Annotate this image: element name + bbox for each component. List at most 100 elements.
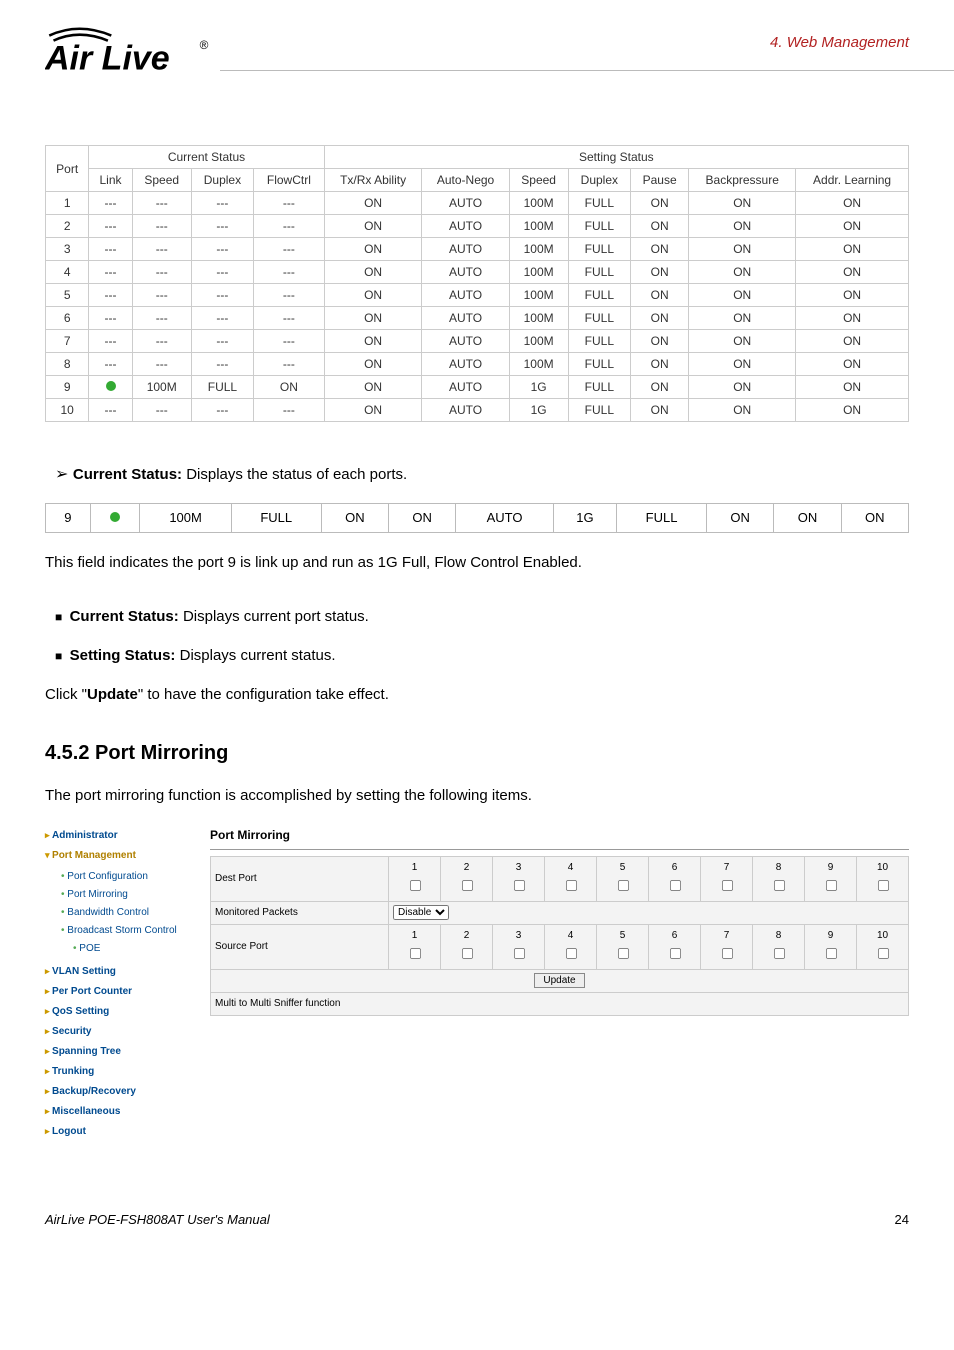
table-row: 10------------ONAUTO1GFULLONONON bbox=[46, 399, 909, 422]
cell: FULL bbox=[568, 261, 630, 284]
port-checkbox[interactable] bbox=[669, 948, 680, 959]
port-cell: 1 bbox=[389, 924, 441, 969]
port-checkbox[interactable] bbox=[773, 948, 784, 959]
manual-title: AirLive POE-FSH808AT User's Manual bbox=[45, 1212, 270, 1227]
cell: --- bbox=[254, 284, 325, 307]
cell: ON bbox=[324, 215, 422, 238]
cell: --- bbox=[132, 307, 191, 330]
cell: 100M bbox=[509, 215, 568, 238]
cell: --- bbox=[254, 353, 325, 376]
sidebar-item[interactable]: Logout bbox=[45, 1122, 200, 1142]
port-number: 3 bbox=[497, 928, 540, 944]
sidebar-item[interactable]: Port Management bbox=[45, 846, 200, 866]
port-cell: 2 bbox=[441, 924, 493, 969]
cell: 6 bbox=[46, 307, 89, 330]
port-checkbox[interactable] bbox=[721, 948, 732, 959]
port-checkbox[interactable] bbox=[565, 880, 576, 891]
sidebar-item[interactable]: Backup/Recovery bbox=[45, 1082, 200, 1102]
cell: ON bbox=[324, 238, 422, 261]
sidebar-subitem[interactable]: Port Mirroring bbox=[61, 886, 200, 904]
port-checkbox[interactable] bbox=[825, 948, 836, 959]
port-checkbox[interactable] bbox=[513, 880, 524, 891]
cell: AUTO bbox=[422, 353, 509, 376]
sidebar-item[interactable]: Per Port Counter bbox=[45, 982, 200, 1002]
cell: --- bbox=[254, 238, 325, 261]
cell: FULL bbox=[191, 376, 253, 399]
cs-rest: Displays the status of each ports. bbox=[182, 466, 407, 483]
port-checkbox[interactable] bbox=[461, 948, 472, 959]
cell: ON bbox=[796, 284, 909, 307]
port-cell: 6 bbox=[649, 856, 701, 901]
cell: ON bbox=[796, 399, 909, 422]
sidebar-item[interactable]: Administrator bbox=[45, 826, 200, 846]
update-button[interactable]: Update bbox=[534, 973, 584, 988]
port-cell: 5 bbox=[597, 924, 649, 969]
port-checkbox[interactable] bbox=[513, 948, 524, 959]
port-checkbox[interactable] bbox=[409, 948, 420, 959]
section-intro: The port mirroring function is accomplis… bbox=[45, 784, 909, 808]
port-checkbox[interactable] bbox=[617, 880, 628, 891]
col-port: Port bbox=[46, 146, 89, 192]
cell: --- bbox=[89, 192, 132, 215]
col-header: Auto-Nego bbox=[422, 169, 509, 192]
cell: FULL bbox=[568, 238, 630, 261]
cell: 10 bbox=[46, 399, 89, 422]
cell: FULL bbox=[568, 307, 630, 330]
port-number: 5 bbox=[601, 860, 644, 876]
sidebar-item[interactable]: Trunking bbox=[45, 1062, 200, 1082]
cell: ON bbox=[689, 192, 796, 215]
monitored-select[interactable]: Disable bbox=[393, 905, 449, 920]
mirror-panel: Port Mirroring Dest Port12345678910 Moni… bbox=[210, 826, 909, 1142]
cell: --- bbox=[132, 353, 191, 376]
sidebar-item[interactable]: Spanning Tree bbox=[45, 1042, 200, 1062]
sidebar-item[interactable]: Miscellaneous bbox=[45, 1102, 200, 1122]
sidebar-subitem[interactable]: Bandwidth Control bbox=[61, 904, 200, 922]
sidebar-item[interactable]: Security bbox=[45, 1022, 200, 1042]
cell: 100M bbox=[509, 330, 568, 353]
port-checkbox[interactable] bbox=[773, 880, 784, 891]
col-header: Duplex bbox=[191, 169, 253, 192]
svg-text:®: ® bbox=[200, 38, 209, 52]
cell: 4 bbox=[46, 261, 89, 284]
cell: AUTO bbox=[422, 261, 509, 284]
port-checkbox[interactable] bbox=[721, 880, 732, 891]
sidebar-subitem[interactable]: POE bbox=[61, 940, 200, 958]
sidebar-subitem[interactable]: Port Configuration bbox=[61, 868, 200, 886]
port-cell: 6 bbox=[649, 924, 701, 969]
cell: --- bbox=[191, 399, 253, 422]
port-cell: 5 bbox=[597, 856, 649, 901]
col-header: Pause bbox=[631, 169, 689, 192]
cell: ON bbox=[774, 503, 841, 533]
port-number: 2 bbox=[445, 860, 488, 876]
port-checkbox[interactable] bbox=[565, 948, 576, 959]
port-checkbox[interactable] bbox=[669, 880, 680, 891]
brand-logo: Air Live ® bbox=[45, 20, 215, 85]
cell: AUTO bbox=[456, 503, 554, 533]
cell: --- bbox=[254, 399, 325, 422]
sidebar-item[interactable]: VLAN Setting bbox=[45, 962, 200, 982]
port-checkbox[interactable] bbox=[461, 880, 472, 891]
cell: ON bbox=[631, 215, 689, 238]
cell: --- bbox=[191, 261, 253, 284]
cell: 100M bbox=[509, 284, 568, 307]
port-number: 8 bbox=[757, 928, 800, 944]
sidebar-item[interactable]: QoS Setting bbox=[45, 1002, 200, 1022]
cell: 1G bbox=[509, 376, 568, 399]
cell: 8 bbox=[46, 353, 89, 376]
port-checkbox[interactable] bbox=[877, 880, 888, 891]
cell: ON bbox=[796, 307, 909, 330]
port-number: 4 bbox=[549, 928, 592, 944]
cell: ON bbox=[796, 215, 909, 238]
cb: Update bbox=[87, 686, 138, 703]
port-checkbox[interactable] bbox=[617, 948, 628, 959]
port-checkbox[interactable] bbox=[825, 880, 836, 891]
col-header: FlowCtrl bbox=[254, 169, 325, 192]
cell: ON bbox=[689, 284, 796, 307]
port-checkbox[interactable] bbox=[409, 880, 420, 891]
col-header: Duplex bbox=[568, 169, 630, 192]
cp: Click " bbox=[45, 686, 87, 703]
port-cell: 7 bbox=[701, 924, 753, 969]
sidebar-subitem[interactable]: Broadcast Storm Control bbox=[61, 922, 200, 940]
port-checkbox[interactable] bbox=[877, 948, 888, 959]
cell: ON bbox=[388, 503, 455, 533]
